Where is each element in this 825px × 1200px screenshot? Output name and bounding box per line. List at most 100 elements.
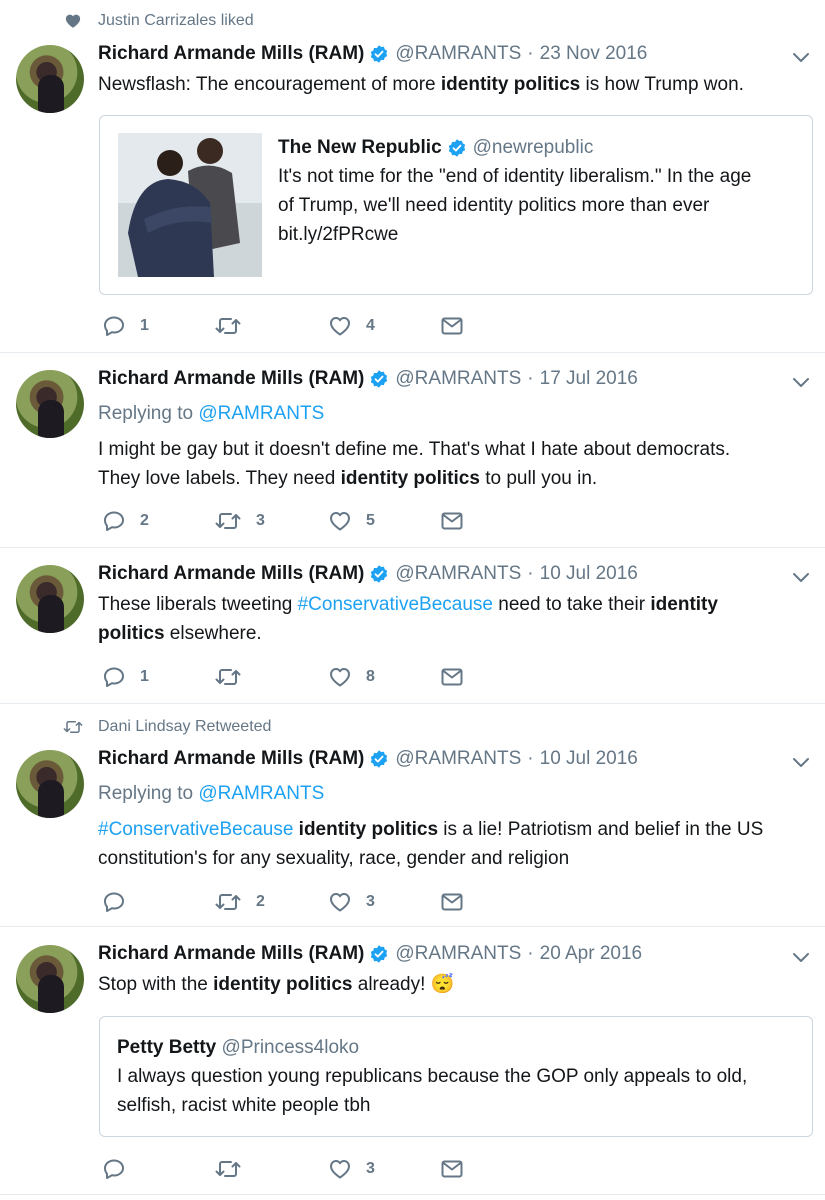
like-button[interactable]: 4 [328,314,375,338]
retweet-button[interactable] [214,314,256,338]
direct-message-button[interactable] [440,890,464,914]
tweet-timestamp[interactable]: 10 Jul 2016 [540,563,638,585]
envelope-icon [440,665,464,689]
like-button[interactable]: 3 [328,890,375,914]
tweet-text-bold: identity politics [298,819,439,840]
replying-to: Replying to @RAMRANTS [98,403,324,425]
display-name[interactable]: Richard Armande Mills (RAM) [98,563,364,585]
retweet-icon [214,665,242,689]
tweet[interactable]: Richard Armande Mills (RAM) @RAMRANTS · … [0,353,825,548]
avatar[interactable] [16,750,84,818]
tweet-text: I might be gay but it doesn't define me.… [98,435,808,493]
social-context: Justin Carrizales liked [62,12,254,30]
avatar[interactable] [16,945,84,1013]
avatar[interactable] [16,370,84,438]
display-name[interactable]: Richard Armande Mills (RAM) [98,943,364,965]
direct-message-button[interactable] [440,1157,464,1181]
replying-to-handle[interactable]: @RAMRANTS [198,783,324,804]
like-count: 8 [366,668,375,685]
reply-count: 1 [140,317,149,334]
tweet-text: Newsflash: The encouragement of more ide… [98,70,808,99]
verified-icon [369,44,389,64]
direct-message-button[interactable] [440,509,464,533]
tweet-text-segment: Stop with the [98,974,214,995]
chevron-down-icon[interactable] [791,50,811,64]
quoted-display-name[interactable]: Petty Betty [117,1037,216,1058]
display-name[interactable]: Richard Armande Mills (RAM) [98,368,364,390]
user-handle[interactable]: @RAMRANTS [395,43,521,65]
like-button[interactable]: 3 [328,1157,375,1181]
envelope-icon [440,890,464,914]
reply-button[interactable] [102,890,140,914]
tweet[interactable]: Dani Lindsay Retweeted Richard Armande M… [0,704,825,927]
envelope-icon [440,314,464,338]
tweet-text-segment: is a lie! Patriotism and belief in the U… [438,819,764,840]
retweet-icon [62,718,98,736]
replying-to-label: Replying to [98,403,199,424]
quoted-display-name[interactable]: The New Republic [278,133,442,162]
heart-icon [328,314,352,338]
tweet-text-bold: identity politics [440,74,581,95]
social-context-label: Justin Carrizales liked [98,12,254,29]
quoted-tweet[interactable]: The New Republic @newrepublic It's not t… [99,115,813,295]
avatar[interactable] [16,565,84,633]
retweet-count: 2 [256,893,265,910]
display-name[interactable]: Richard Armande Mills (RAM) [98,43,364,65]
like-button[interactable]: 5 [328,509,375,533]
direct-message-button[interactable] [440,314,464,338]
separator-dot: · [527,368,534,389]
tweet[interactable]: Justin Carrizales liked Richard Armande … [0,0,825,353]
like-button[interactable]: 8 [328,665,375,689]
like-count: 5 [366,512,375,529]
user-handle[interactable]: @RAMRANTS [395,563,521,585]
quoted-tweet-link[interactable]: bit.ly/2fPRcwe [278,220,798,249]
tweet-text-segment: These liberals tweeting [98,594,298,615]
chevron-down-icon[interactable] [791,570,811,584]
quoted-tweet-image[interactable] [118,133,262,277]
tweet-timestamp[interactable]: 17 Jul 2016 [540,368,638,390]
reply-button[interactable]: 2 [102,509,149,533]
quoted-tweet[interactable]: Petty Betty @Princess4loko I always ques… [99,1016,813,1137]
tweet-text: Stop with the identity politics already!… [98,970,808,999]
hashtag-link[interactable]: #ConservativeBecause [98,819,293,840]
retweet-count: 3 [256,512,265,529]
display-name[interactable]: Richard Armande Mills (RAM) [98,748,364,770]
tweet-text-bold: identity politics [340,468,480,489]
quoted-user-handle[interactable]: @Princess4loko [222,1037,360,1058]
tweet-text-segment: is how Trump won. [580,74,744,95]
user-handle[interactable]: @RAMRANTS [395,943,521,965]
chevron-down-icon[interactable] [791,755,811,769]
hashtag-link[interactable]: #ConservativeBecause [298,594,493,615]
retweet-button[interactable] [214,1157,256,1181]
avatar[interactable] [16,45,84,113]
tweet-timestamp[interactable]: 10 Jul 2016 [540,748,638,770]
tweet-timestamp[interactable]: 23 Nov 2016 [540,43,648,65]
reply-count: 1 [140,668,149,685]
retweet-button[interactable]: 3 [214,509,265,533]
direct-message-button[interactable] [440,665,464,689]
quoted-user-handle[interactable]: @newrepublic [473,133,594,162]
reply-icon [102,509,126,533]
user-handle[interactable]: @RAMRANTS [395,748,521,770]
retweet-icon [214,314,242,338]
quoted-tweet-text: selfish, racist white people tbh [117,1095,371,1116]
retweet-icon [214,890,242,914]
chevron-down-icon[interactable] [791,375,811,389]
tweet-text-segment: They love labels. They need [98,468,341,489]
reply-icon [102,665,126,689]
reply-button[interactable] [102,1157,140,1181]
retweet-button[interactable] [214,665,256,689]
retweet-button[interactable]: 2 [214,890,265,914]
user-handle[interactable]: @RAMRANTS [395,368,521,390]
tweet[interactable]: Richard Armande Mills (RAM) @RAMRANTS · … [0,927,825,1195]
replying-to-handle[interactable]: @RAMRANTS [198,403,324,424]
tweet-timestamp[interactable]: 20 Apr 2016 [540,943,642,965]
reply-icon [102,314,126,338]
reply-button[interactable]: 1 [102,314,149,338]
chevron-down-icon[interactable] [791,950,811,964]
envelope-icon [440,1157,464,1181]
reply-button[interactable]: 1 [102,665,149,689]
replying-to-label: Replying to [98,783,199,804]
tweet-text: #ConservativeBecause identity politics i… [98,815,808,873]
tweet[interactable]: Richard Armande Mills (RAM) @RAMRANTS · … [0,548,825,704]
